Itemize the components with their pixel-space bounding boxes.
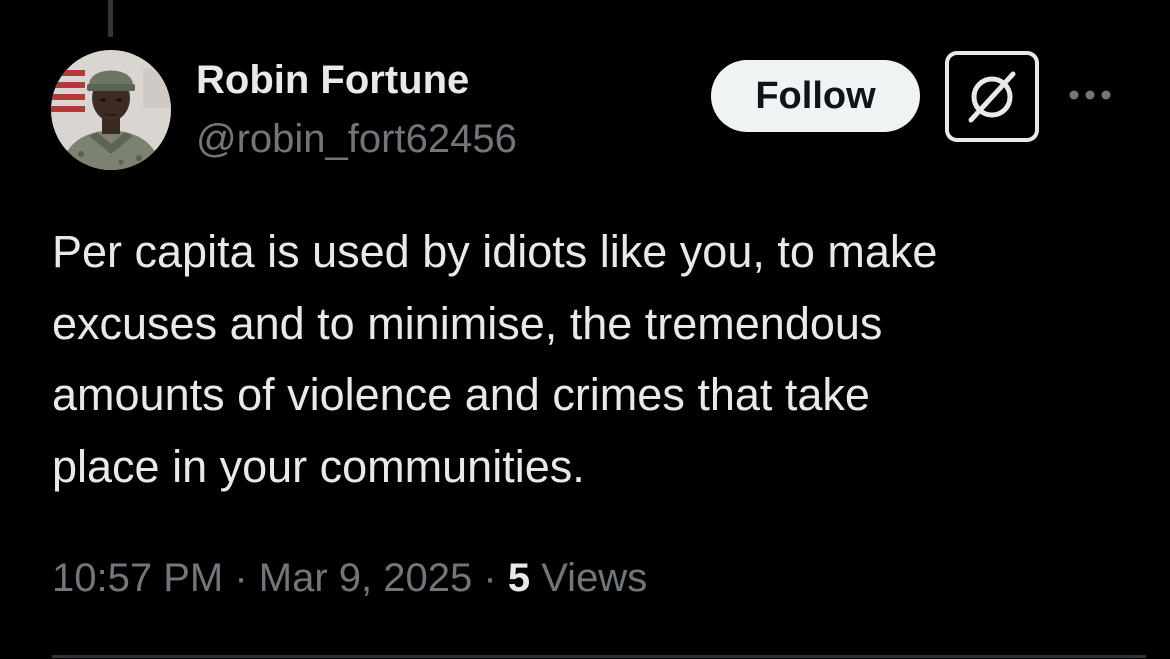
avatar[interactable]	[51, 50, 171, 170]
grok-icon	[968, 71, 1016, 122]
divider	[52, 655, 1146, 658]
views-label: Views	[541, 556, 648, 600]
post-time[interactable]: 10:57 PM	[52, 556, 223, 600]
author-handle[interactable]: @robin_fort62456	[196, 115, 517, 163]
post-text: Per capita is used by idiots like you, t…	[52, 226, 938, 492]
follow-button[interactable]: Follow	[711, 60, 920, 132]
views-count: 5	[507, 556, 531, 600]
post-date[interactable]: Mar 9, 2025	[259, 556, 472, 600]
more-dots-icon	[1069, 90, 1111, 100]
post-metadata: 10:57 PM · Mar 9, 2025 · 5 Views	[52, 553, 647, 603]
thread-connector-line	[108, 0, 113, 37]
avatar-image	[51, 50, 171, 170]
meta-separator: ·	[234, 556, 248, 600]
meta-separator: ·	[483, 556, 497, 600]
grok-button[interactable]	[945, 51, 1039, 142]
author-name[interactable]: Robin Fortune	[196, 56, 469, 104]
more-options-button[interactable]	[1066, 80, 1114, 110]
